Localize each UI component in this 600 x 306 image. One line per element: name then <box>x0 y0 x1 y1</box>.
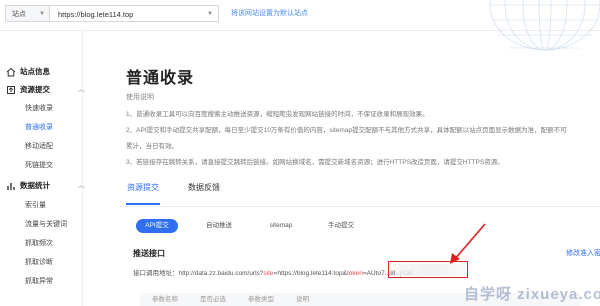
site-label: 站点 <box>12 11 26 18</box>
sidebar-item-crawl-diagnosis[interactable]: 抓取诊断 <box>25 257 53 269</box>
api-param-site: site <box>263 270 274 277</box>
subtab-manual-submit[interactable]: 手动提交 <box>318 219 364 233</box>
sidebar-group-data-stats[interactable]: 数据统计 ︿ <box>6 179 85 193</box>
api-mid: =https://blog.lete114.top& <box>273 270 347 277</box>
home-icon <box>6 67 16 77</box>
sidebar-group-label: 资源提交 <box>20 85 50 94</box>
site-url-select[interactable]: https://blog.lete114.top ▼ <box>49 5 219 22</box>
api-prefix: 接口调用地址：http://data.zz.baidu.com/urls? <box>133 270 264 277</box>
subtab-api-submit[interactable]: API提交 <box>136 219 178 233</box>
tab-data-feedback[interactable]: 数据反馈 <box>188 182 220 193</box>
chevron-down-icon: ▼ <box>207 11 213 17</box>
section-title: 推送接口 <box>133 249 165 258</box>
subtab-auto-push[interactable]: 自动推送 <box>196 219 242 233</box>
usage-heading: 使用说明 <box>126 94 154 101</box>
sidebar-item-normal-index[interactable]: 普通收录 <box>25 122 53 134</box>
sidebar: 站点信息 资源提交 ︿ 快速收录 普通收录 移动适配 死链提交 数据统计 ︿ 索… <box>0 31 85 306</box>
active-tab-indicator <box>126 203 160 205</box>
tab-bar <box>120 192 600 207</box>
sidebar-item-crawl-errors[interactable]: 抓取异常 <box>25 276 53 288</box>
set-default-site-link[interactable]: 将该网站设置为默认站点 <box>231 5 308 22</box>
table-header: 是否必选 <box>200 296 226 303</box>
sidebar-item-index-volume[interactable]: 索引量 <box>25 200 46 212</box>
sidebar-group-resource-submit[interactable]: 资源提交 ︿ <box>6 83 85 97</box>
sidebar-item-crawl-frequency[interactable]: 抓取频次 <box>25 238 53 250</box>
table-header: 参数类型 <box>248 296 274 303</box>
sidebar-item-dead-link[interactable]: 死链提交 <box>25 160 53 172</box>
page-title: 普通收录 <box>126 70 195 87</box>
usage-line: 累计，当日有效。 <box>126 143 178 150</box>
sidebar-item-quick-index[interactable]: 快速收录 <box>25 103 53 115</box>
sidebar-group-site-info[interactable]: 站点信息 <box>6 65 50 79</box>
bar-chart-icon <box>7 183 15 191</box>
edit-key-link[interactable]: 修改准入密钥 <box>566 248 600 258</box>
chevron-up-icon: ︿ <box>78 86 85 93</box>
usage-line: 3、若链接存在跳转关系，请直接提交跳转后链接。如网站换域名，需提交新域名资源；进… <box>126 159 504 166</box>
chevron-up-icon: ︿ <box>78 182 85 189</box>
usage-line: 2、API提交和手动提交共享配额，每日至少提交10万条有价值的内容，sitema… <box>126 127 567 134</box>
watermark: 自学呀 zixueya.com <box>464 286 600 303</box>
upload-icon <box>7 86 15 95</box>
chevron-down-icon: ▼ <box>39 11 45 17</box>
sidebar-group-label: 数据统计 <box>20 181 50 190</box>
subtab-sitemap[interactable]: sitemap <box>260 219 302 233</box>
table-header: 参数名称 <box>152 296 178 303</box>
api-endpoint-text: 接口调用地址：http://data.zz.baidu.com/urls?sit… <box>133 267 413 277</box>
table-header: 说明 <box>296 296 309 303</box>
globe-decoration-icon <box>489 0 600 51</box>
red-arrow-icon <box>450 223 486 264</box>
usage-line: 1、普通收录工具可以向百度搜索主动推送资源，缩短爬虫发现网站链接的时间，不保证收… <box>126 111 429 118</box>
site-label-select[interactable]: 站点 ▼ <box>5 5 49 22</box>
top-bar: 站点 ▼ https://blog.lete114.top ▼ 将该网站设置为默… <box>0 0 600 51</box>
tab-resource-submit[interactable]: 资源提交 <box>127 182 159 193</box>
api-param-token: token <box>346 270 363 277</box>
sidebar-group-label: 站点信息 <box>20 67 50 76</box>
sidebar-item-mobile-adapt[interactable]: 移动适配 <box>25 141 53 153</box>
site-url-text: https://blog.lete114.top <box>58 10 134 19</box>
sidebar-item-traffic-keywords[interactable]: 流量与关键词 <box>25 219 67 231</box>
